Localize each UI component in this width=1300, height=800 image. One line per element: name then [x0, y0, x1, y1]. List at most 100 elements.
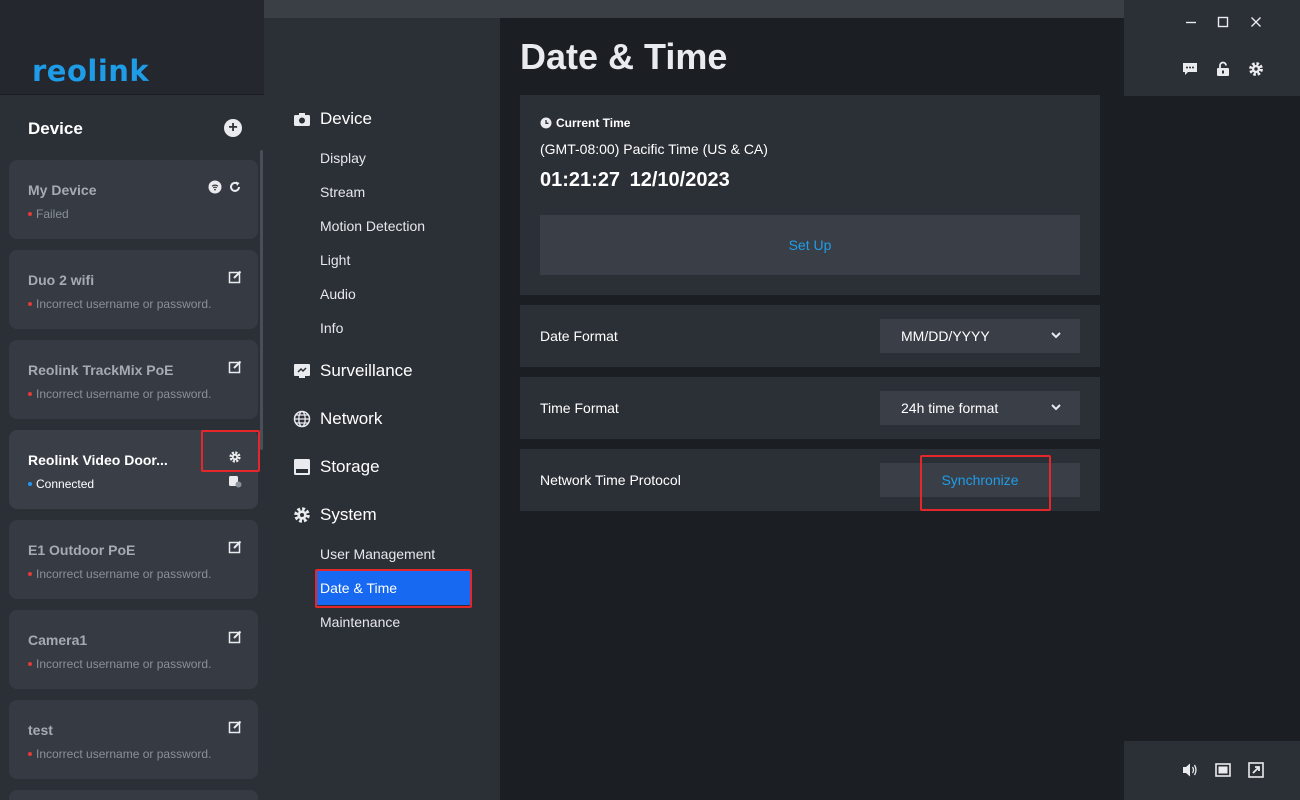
device-name: Reolink TrackMix PoE: [28, 362, 174, 378]
volume-icon[interactable]: [1181, 761, 1199, 779]
timezone-text: (GMT-08:00) Pacific Time (US & CA): [540, 141, 768, 157]
device-name: Reolink Video Door...: [28, 452, 168, 468]
device-name: My Device: [28, 182, 97, 198]
gear-icon: [293, 506, 311, 524]
date-format-label: Date Format: [540, 328, 618, 344]
minimize-icon[interactable]: [1182, 13, 1200, 31]
maximize-icon[interactable]: [1214, 13, 1232, 31]
time-format-select[interactable]: 24h time format: [880, 391, 1080, 425]
device-card-trackmix-poe[interactable]: Reolink TrackMix PoE Incorrect username …: [9, 340, 258, 419]
current-time-card: Current Time (GMT-08:00) Pacific Time (U…: [520, 95, 1100, 295]
device-card-e1-outdoor-poe[interactable]: E1 Outdoor PoE Incorrect username or pas…: [9, 520, 258, 599]
nav-section-surveillance[interactable]: Surveillance: [293, 361, 413, 381]
unlock-icon[interactable]: [1214, 60, 1232, 78]
device-name: E1 Outdoor PoE: [28, 542, 136, 558]
screen-layout-icon[interactable]: [1214, 761, 1232, 779]
dialog-top-strip: [264, 0, 1124, 18]
time-format-row: Time Format 24h time format: [520, 377, 1100, 439]
fullscreen-icon[interactable]: [1247, 761, 1265, 779]
highlight-device-settings: [201, 430, 260, 472]
device-status-text: Incorrect username or password.: [36, 747, 212, 761]
status-dot: [28, 481, 32, 486]
edit-icon[interactable]: [228, 540, 242, 554]
device-status: Incorrect username or password.: [28, 657, 211, 671]
device-status-text: Connected: [36, 477, 95, 491]
monitor-icon: [293, 362, 311, 380]
device-card-duo-2-wifi[interactable]: Duo 2 wifi Incorrect username or passwor…: [9, 250, 258, 329]
device-status-text: Failed: [36, 207, 69, 221]
settings-gear-icon[interactable]: [1247, 60, 1265, 78]
nav-item-display[interactable]: Display: [320, 150, 366, 166]
edit-icon[interactable]: [228, 360, 242, 374]
nav-section-storage[interactable]: Storage: [293, 457, 380, 477]
app-window: reolink Device + My Device Failed Duo 2 …: [0, 0, 1300, 800]
settings-nav: Device Display Stream Motion Detection L…: [264, 0, 500, 800]
device-status: Incorrect username or password.: [28, 747, 211, 761]
date-format-row: Date Format MM/DD/YYYY: [520, 305, 1100, 367]
date-format-value: MM/DD/YYYY: [901, 328, 990, 344]
storage-icon: [293, 458, 311, 476]
add-device-button[interactable]: +: [224, 119, 242, 137]
current-time-label: Current Time: [540, 116, 630, 130]
sidebar-scrollbar[interactable]: [260, 150, 263, 450]
device-status-text: Incorrect username or password.: [36, 297, 212, 311]
right-panel: [1124, 0, 1300, 800]
globe-icon: [293, 410, 311, 428]
nav-section-label: Device: [320, 109, 372, 128]
date-format-select[interactable]: MM/DD/YYYY: [880, 319, 1080, 353]
device-status-text: Incorrect username or password.: [36, 387, 212, 401]
current-time-value: 01:21:27: [540, 169, 621, 191]
device-status: Connected: [28, 477, 94, 491]
storage-status-icon: [229, 476, 242, 488]
status-dot: [28, 211, 32, 216]
device-status-text: Incorrect username or password.: [36, 657, 212, 671]
device-card-my-device[interactable]: My Device Failed: [9, 160, 258, 239]
edit-icon[interactable]: [228, 630, 242, 644]
nav-item-audio[interactable]: Audio: [320, 286, 356, 302]
status-dot: [28, 301, 32, 306]
wifi-icon: [208, 180, 222, 194]
clock-icon: [540, 117, 552, 129]
nav-section-label: Storage: [320, 457, 380, 476]
device-card-test[interactable]: test Incorrect username or password.: [9, 700, 258, 779]
nav-item-user-management[interactable]: User Management: [320, 546, 435, 562]
set-up-button[interactable]: Set Up: [540, 215, 1080, 275]
current-time-label-text: Current Time: [556, 116, 631, 130]
device-card-camera1[interactable]: Camera1 Incorrect username or password.: [9, 610, 258, 689]
camera-icon: [293, 110, 311, 128]
device-name: Duo 2 wifi: [28, 272, 95, 288]
current-date-value: 12/10/2023: [629, 169, 730, 191]
date-time-settings: Date & Time Current Time (GMT-08:00) Pac…: [500, 18, 1124, 800]
nav-item-maintenance[interactable]: Maintenance: [320, 614, 400, 630]
edit-icon[interactable]: [228, 270, 242, 284]
nav-item-light[interactable]: Light: [320, 252, 350, 268]
message-icon[interactable]: [1181, 60, 1199, 78]
nav-section-network[interactable]: Network: [293, 409, 382, 429]
page-title: Date & Time: [520, 36, 728, 77]
device-status: Incorrect username or password.: [28, 297, 211, 311]
close-icon[interactable]: [1247, 13, 1265, 31]
refresh-icon[interactable]: [228, 180, 242, 194]
device-name: test: [28, 722, 53, 738]
status-dot: [28, 661, 32, 666]
nav-section-system[interactable]: System: [293, 505, 377, 525]
device-list-title: Device: [28, 119, 83, 138]
status-dot: [28, 751, 32, 756]
device-status: Incorrect username or password.: [28, 387, 211, 401]
device-status-text: Incorrect username or password.: [36, 567, 212, 581]
reolink-logo: reolink: [32, 54, 150, 88]
nav-item-motion-detection[interactable]: Motion Detection: [320, 218, 425, 234]
bottom-toolbar: [1124, 741, 1300, 800]
device-card-partial[interactable]: [9, 790, 258, 800]
nav-section-label: Surveillance: [320, 361, 413, 380]
edit-icon[interactable]: [228, 720, 242, 734]
logo-area: reolink: [0, 0, 264, 95]
device-status: Failed: [28, 207, 69, 221]
title-bar-area: [1124, 0, 1300, 96]
nav-item-stream[interactable]: Stream: [320, 184, 365, 200]
device-sidebar: reolink Device + My Device Failed Duo 2 …: [0, 0, 264, 800]
highlight-synchronize: [920, 455, 1051, 511]
nav-item-info[interactable]: Info: [320, 320, 343, 336]
device-name: Camera1: [28, 632, 88, 648]
nav-section-device[interactable]: Device: [293, 109, 372, 129]
